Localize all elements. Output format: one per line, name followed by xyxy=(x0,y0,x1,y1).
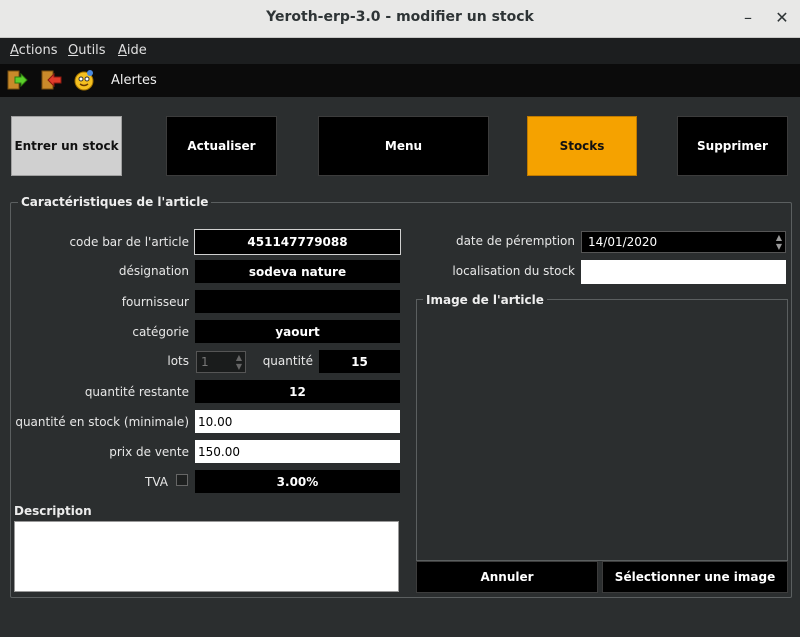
supprimer-button[interactable]: Supprimer xyxy=(677,116,788,176)
date-spin-arrows-icon[interactable]: ▲ ▼ xyxy=(776,233,782,251)
peremption-value: 14/01/2020 xyxy=(588,235,658,249)
qte-min-label: quantité en stock (minimale) xyxy=(15,415,189,429)
quantite-restante-label: quantité restante xyxy=(84,385,189,399)
tva-label: TVA xyxy=(145,475,168,489)
tva-field[interactable]: 3.00% xyxy=(195,470,400,493)
prix-label: prix de vente xyxy=(109,445,189,459)
menu-actions[interactable]: Actions xyxy=(10,43,58,58)
alerts-smiley-icon[interactable] xyxy=(73,69,95,91)
prix-field[interactable]: 150.00 xyxy=(195,440,400,463)
actualiser-button[interactable]: Actualiser xyxy=(166,116,277,176)
tva-checkbox[interactable] xyxy=(176,474,188,486)
image-groupbox xyxy=(416,299,788,561)
spin-arrows-icon[interactable]: ▲ ▼ xyxy=(236,353,242,371)
minimize-button[interactable]: – xyxy=(738,8,758,27)
peremption-label: date de péremption xyxy=(455,234,575,248)
description-label: Description xyxy=(14,504,92,518)
fournisseur-label: fournisseur xyxy=(121,295,189,309)
selectionner-image-button[interactable]: Sélectionner une image xyxy=(602,561,788,593)
window-titlebar: Yeroth-erp-3.0 - modifier un stock – ✕ xyxy=(0,0,800,38)
description-textarea[interactable] xyxy=(14,521,399,592)
localisation-label: localisation du stock xyxy=(452,264,575,278)
close-button[interactable]: ✕ xyxy=(772,8,792,27)
lots-spinbox[interactable]: 1 ▲ ▼ xyxy=(196,351,246,373)
lots-label: lots xyxy=(167,354,189,368)
code-barre-label: code bar de l'article xyxy=(69,235,189,249)
annuler-button[interactable]: Annuler xyxy=(416,561,598,593)
menu-button[interactable]: Menu xyxy=(318,116,489,176)
quantite-label: quantité xyxy=(262,354,313,368)
quantite-field[interactable]: 15 xyxy=(319,350,400,373)
localisation-field[interactable] xyxy=(581,260,786,284)
quantite-restante-field[interactable]: 12 xyxy=(195,380,400,403)
window-title: Yeroth-erp-3.0 - modifier un stock xyxy=(266,9,534,25)
categorie-label: catégorie xyxy=(132,325,189,339)
fournisseur-field[interactable] xyxy=(195,290,400,313)
exit-door-icon[interactable] xyxy=(40,69,62,91)
menu-outils[interactable]: Outils xyxy=(68,43,106,58)
toolbar: Alertes xyxy=(0,64,800,97)
qte-min-field[interactable]: 10.00 xyxy=(195,410,400,433)
groupbox-title: Caractéristiques de l'article xyxy=(18,195,212,209)
lots-value: 1 xyxy=(201,355,209,369)
menu-aide[interactable]: Aide xyxy=(118,43,147,58)
designation-label: désignation xyxy=(118,264,189,278)
stocks-button[interactable]: Stocks xyxy=(527,116,637,176)
designation-field[interactable]: sodeva nature xyxy=(195,260,400,283)
image-title: Image de l'article xyxy=(423,293,547,307)
peremption-date-field[interactable]: 14/01/2020 ▲ ▼ xyxy=(581,231,786,253)
enter-door-icon[interactable] xyxy=(6,69,28,91)
menu-bar: Actions Outils Aide xyxy=(0,38,800,64)
code-barre-field[interactable]: 451147779088 xyxy=(194,229,401,255)
alertes-label[interactable]: Alertes xyxy=(111,73,157,88)
entrer-stock-button[interactable]: Entrer un stock xyxy=(11,116,122,176)
categorie-field[interactable]: yaourt xyxy=(195,320,400,343)
